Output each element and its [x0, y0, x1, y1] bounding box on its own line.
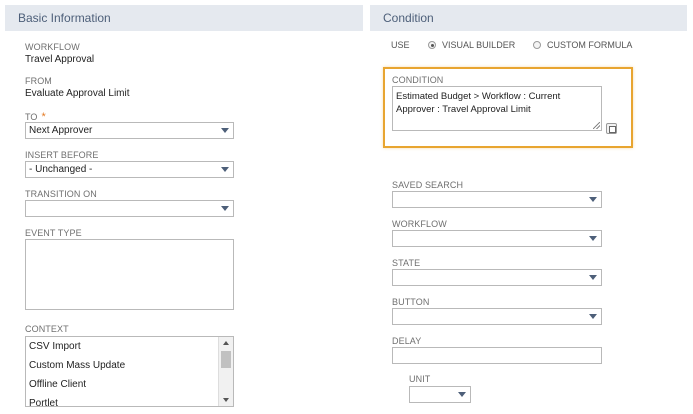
to-select[interactable]: Next Approver	[25, 122, 234, 139]
event-type-listbox[interactable]	[25, 239, 234, 310]
chevron-down-icon	[221, 167, 229, 172]
list-item[interactable]: Custom Mass Update	[26, 356, 233, 375]
delay-input[interactable]	[392, 347, 602, 364]
button-select[interactable]	[392, 308, 602, 325]
context-scrollbar[interactable]	[218, 337, 233, 406]
scroll-down-icon[interactable]	[223, 398, 229, 402]
workflow-select[interactable]	[392, 230, 602, 247]
list-item[interactable]: CSV Import	[26, 337, 233, 356]
condition-header: Condition	[370, 5, 687, 31]
insert-before-value: - Unchanged -	[29, 164, 93, 175]
from-label: FROM	[25, 76, 52, 86]
button-label: BUTTON	[392, 297, 430, 307]
context-label: CONTEXT	[25, 324, 69, 334]
workflow-label: WORKFLOW	[25, 42, 80, 52]
list-item[interactable]: Offline Client	[26, 375, 233, 394]
event-type-label: EVENT TYPE	[25, 228, 82, 238]
chevron-down-icon	[589, 197, 597, 202]
chevron-down-icon	[589, 275, 597, 280]
custom-formula-radio[interactable]	[533, 41, 541, 49]
condition-label: CONDITION	[392, 75, 444, 85]
chevron-down-icon	[221, 128, 229, 133]
scroll-thumb[interactable]	[221, 351, 231, 368]
condition-builder-icon[interactable]	[606, 123, 617, 134]
to-label-text: TO	[25, 112, 38, 122]
state-label: STATE	[392, 258, 421, 268]
condition-textarea[interactable]: Estimated Budget > Workflow : Current Ap…	[392, 86, 602, 131]
delay-label: DELAY	[392, 336, 422, 346]
chevron-down-icon	[458, 392, 466, 397]
state-select[interactable]	[392, 269, 602, 286]
scroll-up-icon[interactable]	[223, 341, 229, 345]
saved-search-select[interactable]	[392, 191, 602, 208]
transition-on-label: TRANSITION ON	[25, 189, 97, 199]
basic-information-header: Basic Information	[5, 5, 363, 31]
saved-search-label: SAVED SEARCH	[392, 180, 464, 190]
context-listbox[interactable]: CSV Import Custom Mass Update Offline Cl…	[25, 336, 234, 407]
custom-formula-label[interactable]: CUSTOM FORMULA	[547, 40, 632, 50]
chevron-down-icon	[589, 236, 597, 241]
visual-builder-label[interactable]: VISUAL BUILDER	[442, 40, 515, 50]
condition-text: Estimated Budget > Workflow : Current Ap…	[396, 91, 561, 115]
transition-on-select[interactable]	[25, 200, 234, 217]
unit-select[interactable]	[409, 386, 471, 403]
use-label: USE	[391, 40, 410, 50]
workflow-condition-label: WORKFLOW	[392, 219, 447, 229]
chevron-down-icon	[221, 206, 229, 211]
resize-grip-icon[interactable]	[593, 122, 600, 129]
from-value: Evaluate Approval Limit	[25, 88, 130, 99]
to-select-value: Next Approver	[29, 125, 93, 136]
unit-label: UNIT	[409, 374, 431, 384]
chevron-down-icon	[589, 314, 597, 319]
insert-before-select[interactable]: - Unchanged -	[25, 161, 234, 178]
list-item[interactable]: Portlet	[26, 394, 233, 406]
insert-before-label: INSERT BEFORE	[25, 150, 99, 160]
workflow-value: Travel Approval	[25, 54, 95, 65]
visual-builder-radio[interactable]	[428, 41, 436, 49]
